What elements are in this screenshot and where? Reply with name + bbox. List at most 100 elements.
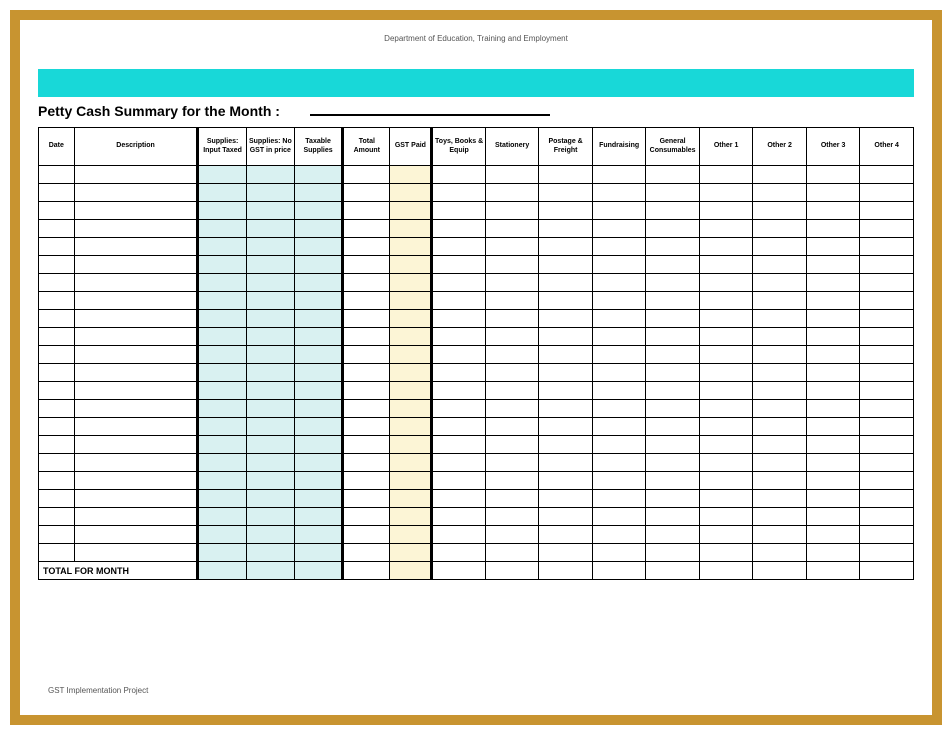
table-cell[interactable]	[485, 472, 539, 490]
table-cell[interactable]	[198, 364, 246, 382]
table-cell[interactable]	[294, 382, 342, 400]
table-cell[interactable]	[485, 382, 539, 400]
table-cell[interactable]	[39, 310, 75, 328]
table-cell[interactable]	[646, 364, 700, 382]
table-cell[interactable]	[390, 346, 432, 364]
table-cell[interactable]	[39, 292, 75, 310]
table-cell[interactable]	[246, 454, 294, 472]
table-cell[interactable]	[699, 418, 753, 436]
table-cell[interactable]	[246, 310, 294, 328]
table-cell[interactable]	[390, 454, 432, 472]
table-cell[interactable]	[343, 436, 390, 454]
table-cell[interactable]	[74, 346, 198, 364]
table-cell[interactable]	[539, 310, 593, 328]
table-cell[interactable]	[343, 274, 390, 292]
table-cell[interactable]	[485, 166, 539, 184]
table-cell[interactable]	[294, 202, 342, 220]
table-cell[interactable]	[390, 166, 432, 184]
table-cell[interactable]	[432, 490, 486, 508]
table-cell[interactable]	[485, 346, 539, 364]
table-cell[interactable]	[343, 184, 390, 202]
table-cell[interactable]	[646, 310, 700, 328]
table-cell[interactable]	[74, 508, 198, 526]
table-cell[interactable]	[699, 400, 753, 418]
table-cell[interactable]	[860, 274, 914, 292]
table-cell[interactable]	[860, 220, 914, 238]
table-cell[interactable]	[74, 292, 198, 310]
table-cell[interactable]	[860, 256, 914, 274]
table-cell[interactable]	[74, 382, 198, 400]
table-cell[interactable]	[860, 472, 914, 490]
table-cell[interactable]	[539, 202, 593, 220]
table-cell[interactable]	[432, 472, 486, 490]
table-cell[interactable]	[753, 166, 807, 184]
table-cell[interactable]	[753, 202, 807, 220]
table-cell[interactable]	[74, 220, 198, 238]
table-cell[interactable]	[343, 418, 390, 436]
table-cell[interactable]	[806, 454, 860, 472]
table-cell[interactable]	[699, 382, 753, 400]
table-cell[interactable]	[246, 166, 294, 184]
table-cell[interactable]	[860, 364, 914, 382]
table-cell[interactable]	[343, 256, 390, 274]
table-cell[interactable]	[246, 364, 294, 382]
table-cell[interactable]	[198, 454, 246, 472]
table-cell[interactable]	[294, 166, 342, 184]
table-cell[interactable]	[343, 328, 390, 346]
table-cell[interactable]	[198, 382, 246, 400]
table-cell[interactable]	[646, 184, 700, 202]
table-cell[interactable]	[343, 310, 390, 328]
table-cell[interactable]	[699, 202, 753, 220]
table-cell[interactable]	[343, 166, 390, 184]
table-cell[interactable]	[294, 256, 342, 274]
table-cell[interactable]	[294, 364, 342, 382]
table-cell[interactable]	[432, 436, 486, 454]
table-cell[interactable]	[246, 472, 294, 490]
table-cell[interactable]	[646, 220, 700, 238]
table-cell[interactable]	[806, 544, 860, 562]
table-cell[interactable]	[343, 526, 390, 544]
table-cell[interactable]	[539, 472, 593, 490]
table-cell[interactable]	[246, 490, 294, 508]
table-cell[interactable]	[699, 364, 753, 382]
table-cell[interactable]	[485, 454, 539, 472]
table-cell[interactable]	[646, 292, 700, 310]
table-cell[interactable]	[39, 544, 75, 562]
table-cell[interactable]	[806, 526, 860, 544]
table-cell[interactable]	[39, 508, 75, 526]
table-cell[interactable]	[860, 526, 914, 544]
table-cell[interactable]	[806, 310, 860, 328]
table-cell[interactable]	[592, 202, 646, 220]
table-cell[interactable]	[39, 454, 75, 472]
table-cell[interactable]	[246, 202, 294, 220]
table-cell[interactable]	[753, 238, 807, 256]
table-cell[interactable]	[198, 328, 246, 346]
table-cell[interactable]	[753, 526, 807, 544]
table-cell[interactable]	[485, 508, 539, 526]
table-cell[interactable]	[592, 328, 646, 346]
table-cell[interactable]	[198, 202, 246, 220]
table-cell[interactable]	[390, 472, 432, 490]
table-cell[interactable]	[39, 256, 75, 274]
table-cell[interactable]	[699, 166, 753, 184]
table-cell[interactable]	[646, 328, 700, 346]
table-cell[interactable]	[592, 418, 646, 436]
table-cell[interactable]	[485, 238, 539, 256]
table-cell[interactable]	[432, 526, 486, 544]
table-cell[interactable]	[646, 526, 700, 544]
table-cell[interactable]	[806, 346, 860, 364]
table-cell[interactable]	[539, 184, 593, 202]
table-cell[interactable]	[294, 238, 342, 256]
table-cell[interactable]	[806, 400, 860, 418]
table-cell[interactable]	[74, 238, 198, 256]
table-cell[interactable]	[246, 346, 294, 364]
table-cell[interactable]	[753, 328, 807, 346]
table-cell[interactable]	[246, 274, 294, 292]
table-cell[interactable]	[592, 508, 646, 526]
table-cell[interactable]	[485, 436, 539, 454]
table-cell[interactable]	[39, 490, 75, 508]
table-cell[interactable]	[592, 256, 646, 274]
table-cell[interactable]	[592, 436, 646, 454]
table-cell[interactable]	[432, 328, 486, 346]
table-cell[interactable]	[390, 328, 432, 346]
